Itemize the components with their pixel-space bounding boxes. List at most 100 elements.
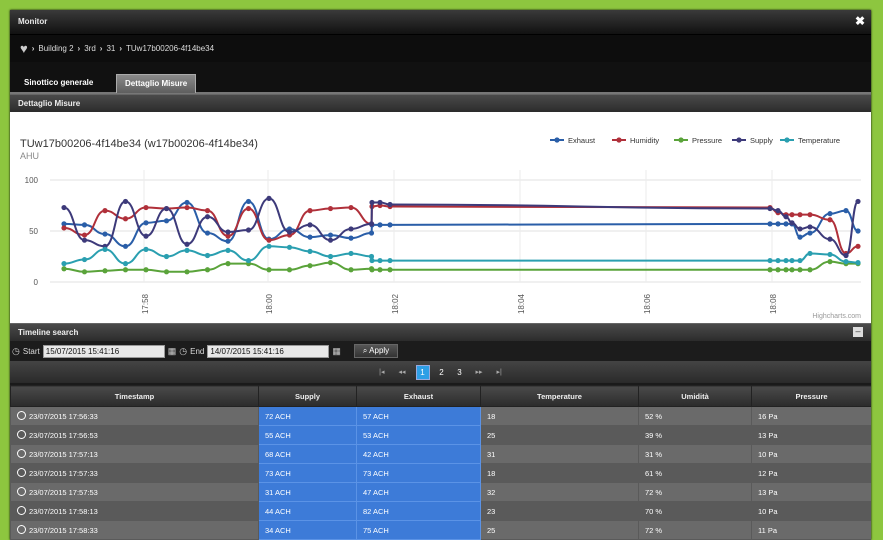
column-header-exhaust[interactable]: Exhaust	[356, 385, 481, 407]
cell-timestamp: 23/07/2015 17:58:13	[10, 501, 259, 521]
table-header-row: Timestamp Supply Exhaust Temperature Umi…	[10, 385, 871, 407]
y-tick-label: 0	[34, 278, 39, 287]
cell-text: 11 Pa	[758, 525, 778, 535]
data-point-temperature	[775, 257, 781, 264]
tab-bar: Sinottico generale Dettaglio Misure	[10, 62, 871, 94]
page-3-button[interactable]: 3	[454, 366, 466, 379]
data-point-humidity	[348, 204, 354, 211]
calendar-icon[interactable]: ▦	[332, 346, 341, 357]
series-line-humidity	[63, 204, 859, 255]
prev-page-button[interactable]: ◂◂	[394, 368, 409, 376]
data-point-humidity	[807, 212, 813, 218]
series-line-pressure	[63, 260, 858, 273]
cell-supply: 34 ACH	[258, 520, 357, 540]
breadcrumb-item[interactable]: 3rd	[84, 44, 96, 53]
end-label: End	[190, 346, 205, 356]
column-header-temperature[interactable]: Temperature	[480, 385, 639, 407]
cell-text: 82 ACH	[363, 506, 389, 516]
cell-text: 13 Pa	[758, 430, 778, 440]
column-header-humidity[interactable]: Umidità	[638, 385, 752, 407]
next-page-button[interactable]: ▸▸	[472, 368, 487, 376]
data-point-exhaust	[827, 211, 833, 217]
table-row[interactable]: 23/07/2015 17:56:53 55 ACH 53 ACH 25 39 % 13 …	[10, 425, 871, 445]
data-point-exhaust	[767, 221, 773, 227]
cell-pressure: 16 Pa	[751, 406, 871, 426]
data-point-supply	[81, 237, 88, 243]
cell-text: 32	[487, 487, 496, 497]
table-row[interactable]: 23/07/2015 17:56:33 72 ACH 57 ACH 18 52 % 16 …	[10, 406, 871, 426]
table-row[interactable]: 23/07/2015 17:57:13 68 ACH 42 ACH 31 31 % 10 …	[10, 444, 871, 464]
end-date-input[interactable]	[207, 344, 330, 358]
timeline-header: Timeline search –	[10, 323, 871, 342]
apply-button[interactable]: ⌕ Apply	[353, 344, 399, 358]
breadcrumb-item[interactable]: Building 2	[38, 44, 73, 53]
data-point-temperature	[143, 246, 149, 252]
data-point-supply	[368, 221, 375, 227]
cell-pressure: 10 Pa	[751, 501, 871, 521]
cell-text: 31 %	[645, 449, 663, 459]
x-tick-label: 18:04	[517, 293, 526, 314]
tab-dettaglio-misure[interactable]: Dettaglio Misure	[116, 74, 197, 93]
cell-text: 42 ACH	[363, 449, 389, 459]
table-row[interactable]: 23/07/2015 17:57:33 73 ACH 73 ACH 18 61 % 12 …	[10, 463, 871, 483]
data-point-exhaust	[184, 199, 190, 206]
data-point-exhaust	[807, 230, 813, 236]
minimize-button[interactable]: –	[853, 327, 863, 337]
data-point-exhaust	[797, 234, 803, 240]
last-page-button[interactable]: ▸|	[493, 368, 506, 376]
close-icon[interactable]: ✖	[855, 14, 865, 28]
data-point-pressure	[122, 267, 129, 273]
clock-icon	[17, 487, 26, 496]
data-point-supply	[245, 227, 252, 233]
data-point-temperature	[797, 257, 803, 264]
heart-monitor-icon: ♥	[20, 41, 28, 56]
data-point-exhaust	[81, 222, 88, 228]
data-point-supply	[61, 204, 67, 211]
first-page-button[interactable]: |◂	[375, 368, 388, 376]
start-date-input[interactable]	[42, 344, 165, 358]
data-point-temperature	[783, 257, 789, 264]
data-point-temperature	[767, 257, 773, 264]
page-2-button[interactable]: 2	[436, 366, 448, 379]
data-point-exhaust	[843, 208, 849, 214]
data-point-exhaust	[327, 232, 334, 238]
cell-text: 72 %	[645, 525, 663, 535]
table-row[interactable]: 23/07/2015 17:57:53 31 ACH 47 ACH 32 72 % 13 …	[10, 482, 871, 502]
data-point-pressure	[783, 267, 789, 273]
clock-icon	[17, 430, 26, 439]
cell-text: 13 Pa	[758, 487, 778, 497]
cell-text: 73 ACH	[265, 468, 291, 478]
measurements-table: Timestamp Supply Exhaust Temperature Umi…	[10, 385, 871, 540]
column-header-supply[interactable]: Supply	[258, 385, 357, 407]
breadcrumb-item[interactable]: 31	[106, 44, 115, 53]
calendar-icon[interactable]: ▦	[168, 346, 177, 357]
data-point-temperature	[163, 253, 170, 260]
data-point-supply	[783, 214, 789, 220]
cell-text: 23/07/2015 17:57:53	[29, 488, 98, 497]
legend-marker-humidity	[616, 137, 622, 143]
breadcrumb-item[interactable]: TUw17b00206-4f14be34	[126, 44, 214, 53]
data-point-pressure	[286, 267, 293, 273]
table-row[interactable]: 23/07/2015 17:58:33 34 ACH 75 ACH 25 72 % 11 …	[10, 520, 871, 540]
y-tick-label: 100	[25, 176, 39, 185]
table-row[interactable]: 23/07/2015 17:58:13 44 ACH 82 ACH 23 70 % 10 …	[10, 501, 871, 521]
data-point-humidity	[327, 205, 334, 212]
cell-text: 72 ACH	[265, 411, 291, 421]
legend-item-pressure: Pressure	[692, 136, 722, 145]
column-header-timestamp[interactable]: Timestamp	[10, 385, 259, 407]
cell-temperature: 32	[480, 482, 639, 502]
cell-timestamp: 23/07/2015 17:57:53	[10, 482, 259, 502]
start-label: Start	[22, 346, 40, 356]
chevron-right-icon: ›	[31, 44, 35, 53]
cell-supply: 68 ACH	[258, 444, 357, 464]
column-header-pressure[interactable]: Pressure	[751, 385, 871, 407]
page-1-button[interactable]: 1	[415, 364, 430, 380]
cell-humidity: 70 %	[638, 501, 752, 521]
y-tick-label: 50	[29, 227, 38, 236]
cell-supply: 44 ACH	[258, 501, 357, 521]
data-point-pressure	[767, 267, 773, 273]
tab-sinottico-generale[interactable]: Sinottico generale	[16, 74, 102, 92]
data-point-exhaust	[163, 218, 170, 224]
data-point-humidity	[81, 232, 88, 238]
pagination: |◂ ◂◂ 1 2 3 ▸▸ ▸|	[10, 361, 871, 383]
